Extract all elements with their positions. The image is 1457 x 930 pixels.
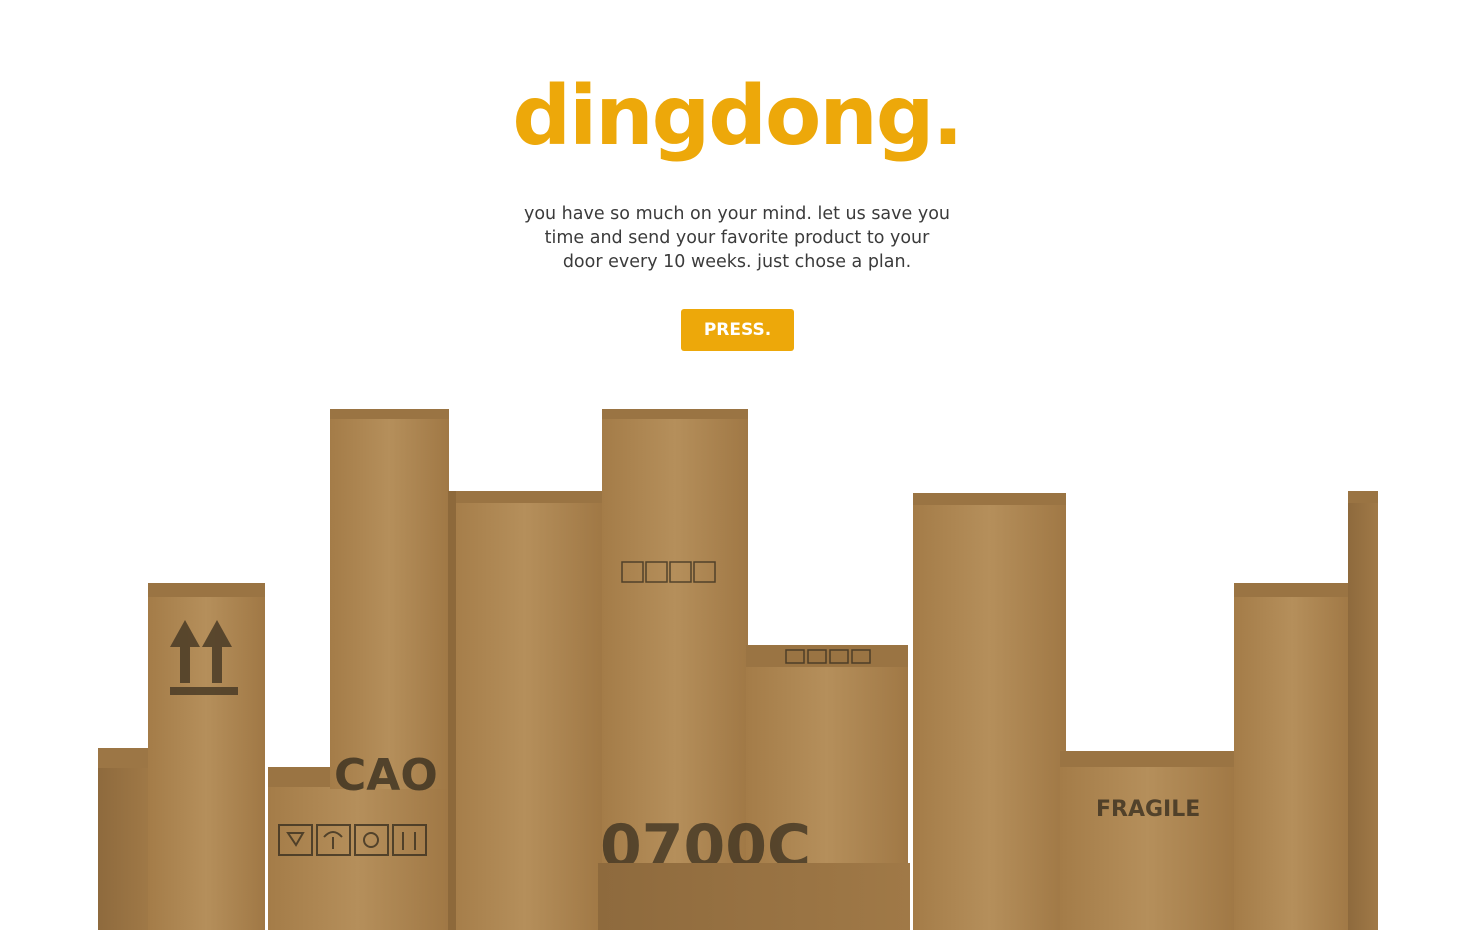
box-up-arrows <box>148 583 265 930</box>
hero-tagline: you have so much on your mind. let us sa… <box>507 202 967 274</box>
tagline-line-2: time and send your favorite product to y… <box>544 228 930 248</box>
box-tall-2 <box>330 409 449 789</box>
box-tall-3 <box>448 491 602 930</box>
box-far-right <box>1348 491 1378 930</box>
brand-logo-text: dingdong. <box>512 69 963 164</box>
box-far-left <box>98 748 150 930</box>
fragile-label: FRAGILE <box>1096 797 1200 822</box>
tagline-line-3: door every 10 weeks. just chose a plan. <box>562 252 912 272</box>
box-fragile <box>1060 751 1236 930</box>
box-tall-right-center <box>913 493 1066 930</box>
tagline-line-1: you have so much on your mind. let us sa… <box>523 204 951 224</box>
stencil-top-text: CAO <box>334 750 438 801</box>
box-right <box>1234 583 1351 930</box>
cardboard-boxes-illustration: CAO 0700C FRAGILE <box>98 405 1378 930</box>
press-button[interactable]: PRESS. <box>681 309 794 351</box>
